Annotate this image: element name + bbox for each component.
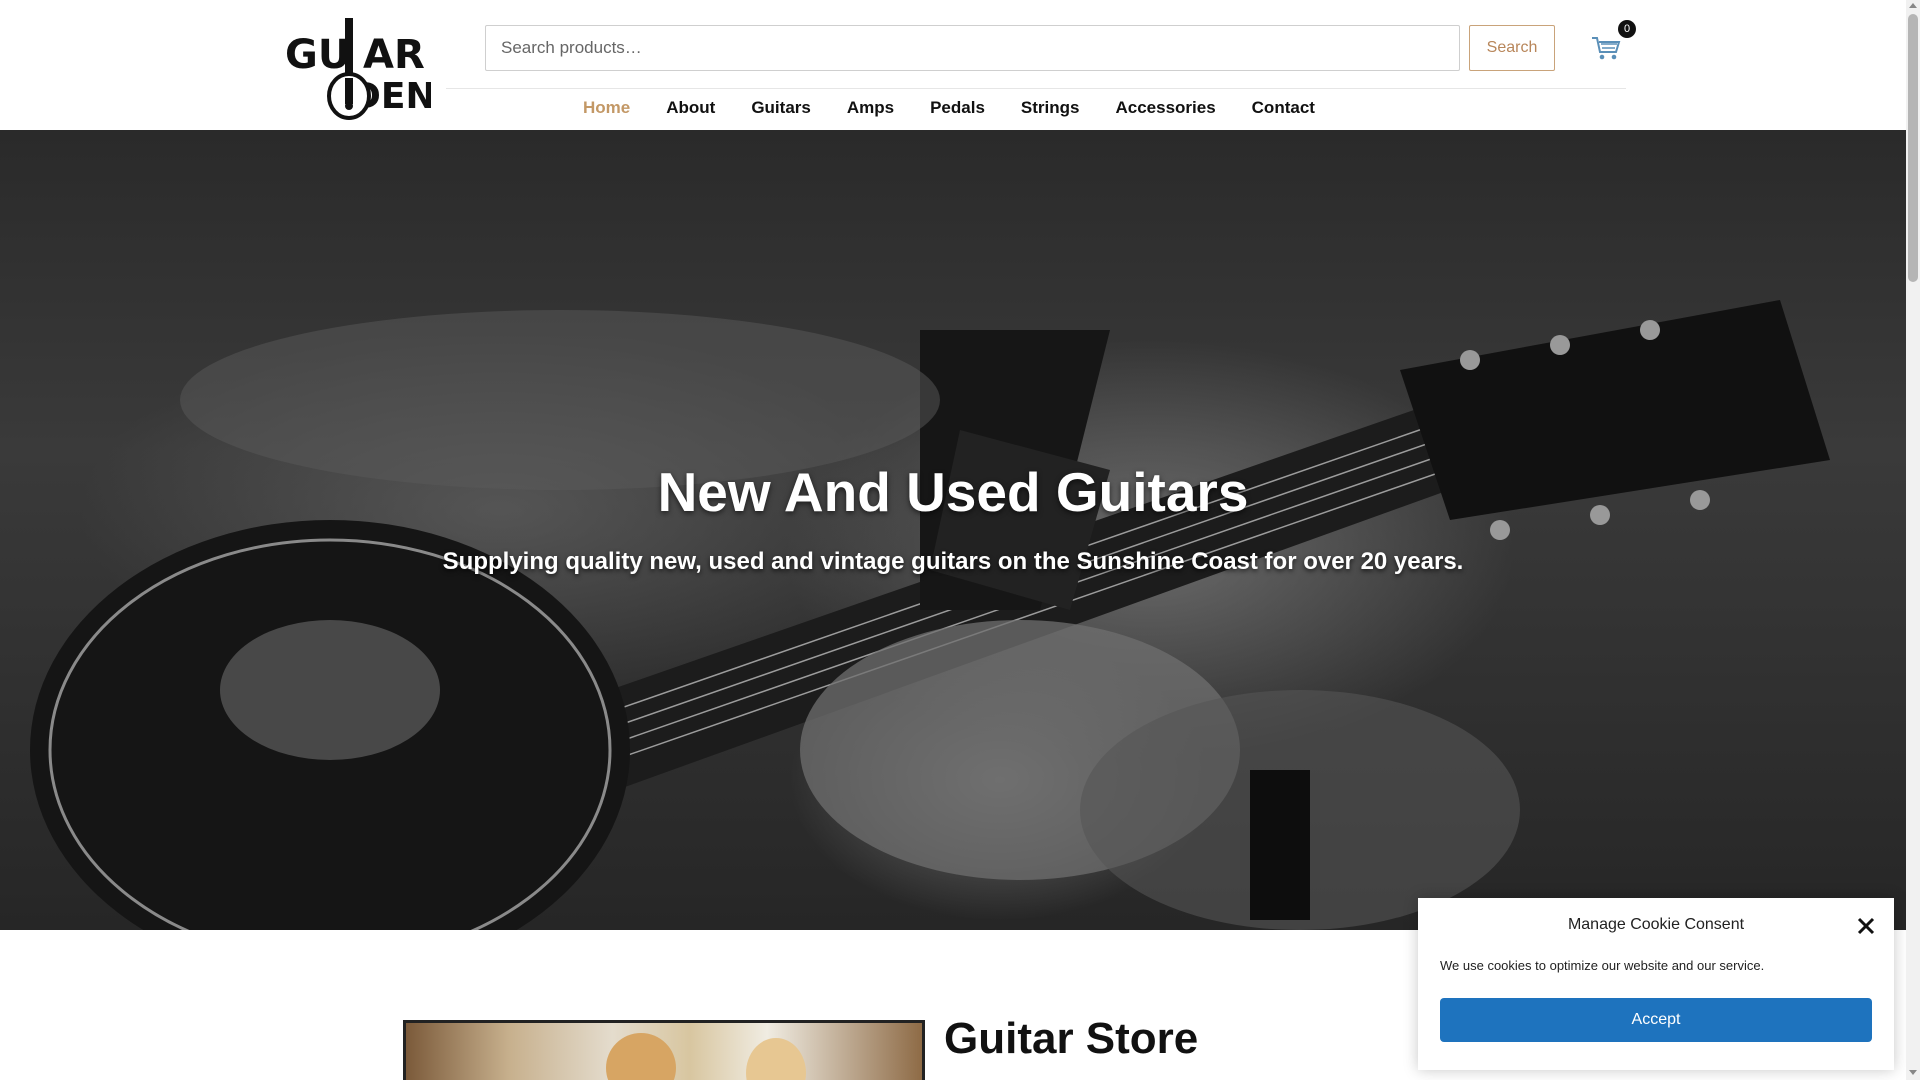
cookie-text: We use cookies to optimize our website a… (1440, 958, 1765, 973)
nav-item-guitars[interactable]: Guitars (751, 96, 811, 120)
scroll-thumb[interactable] (1908, 14, 1918, 282)
scroll-up-arrow[interactable] (1909, 3, 1917, 8)
accept-button[interactable]: Accept (1440, 998, 1872, 1042)
search-input[interactable] (485, 25, 1460, 71)
cart-icon[interactable] (1590, 32, 1622, 64)
logo-graphic: GU AR DEN (285, 18, 436, 120)
nav-item-amps[interactable]: Amps (847, 96, 894, 120)
hero-title: New And Used Guitars (657, 461, 1249, 523)
close-icon[interactable] (1854, 914, 1878, 938)
svg-text:GU: GU (285, 32, 350, 78)
hero-banner: New And Used Guitars Supplying quality n… (0, 130, 1906, 930)
hero-subtitle: Supplying quality new, used and vintage … (442, 548, 1464, 575)
section-title: Guitar Store (944, 1014, 1199, 1063)
nav-item-pedals[interactable]: Pedals (930, 96, 985, 120)
scroll-down-arrow[interactable] (1909, 1070, 1917, 1075)
nav-item-about[interactable]: About (666, 96, 715, 120)
hero-guitar-photo (30, 300, 1830, 930)
main-nav: Home About Guitars Amps Pedals Strings A… (583, 96, 1351, 120)
page-scrollbar[interactable] (1906, 0, 1920, 1080)
guitar-store-photo (403, 1020, 925, 1080)
nav-item-contact[interactable]: Contact (1252, 96, 1315, 120)
nav-divider (446, 88, 1626, 89)
nav-item-accessories[interactable]: Accessories (1115, 96, 1215, 120)
cookie-title: Manage Cookie Consent (1567, 916, 1745, 933)
svg-text:AR: AR (363, 32, 425, 78)
nav-item-home[interactable]: Home (583, 96, 630, 120)
guitar-den-logo[interactable]: GU AR DEN (283, 18, 436, 122)
site-header: GU AR DEN Search 0 Home About Guitars Am… (0, 0, 1906, 130)
cookie-consent-panel: Manage Cookie Consent We use cookies to … (1418, 898, 1894, 1070)
search-button[interactable]: Search (1469, 25, 1555, 71)
nav-item-strings[interactable]: Strings (1021, 96, 1080, 120)
cart-count-badge: 0 (1618, 20, 1636, 38)
